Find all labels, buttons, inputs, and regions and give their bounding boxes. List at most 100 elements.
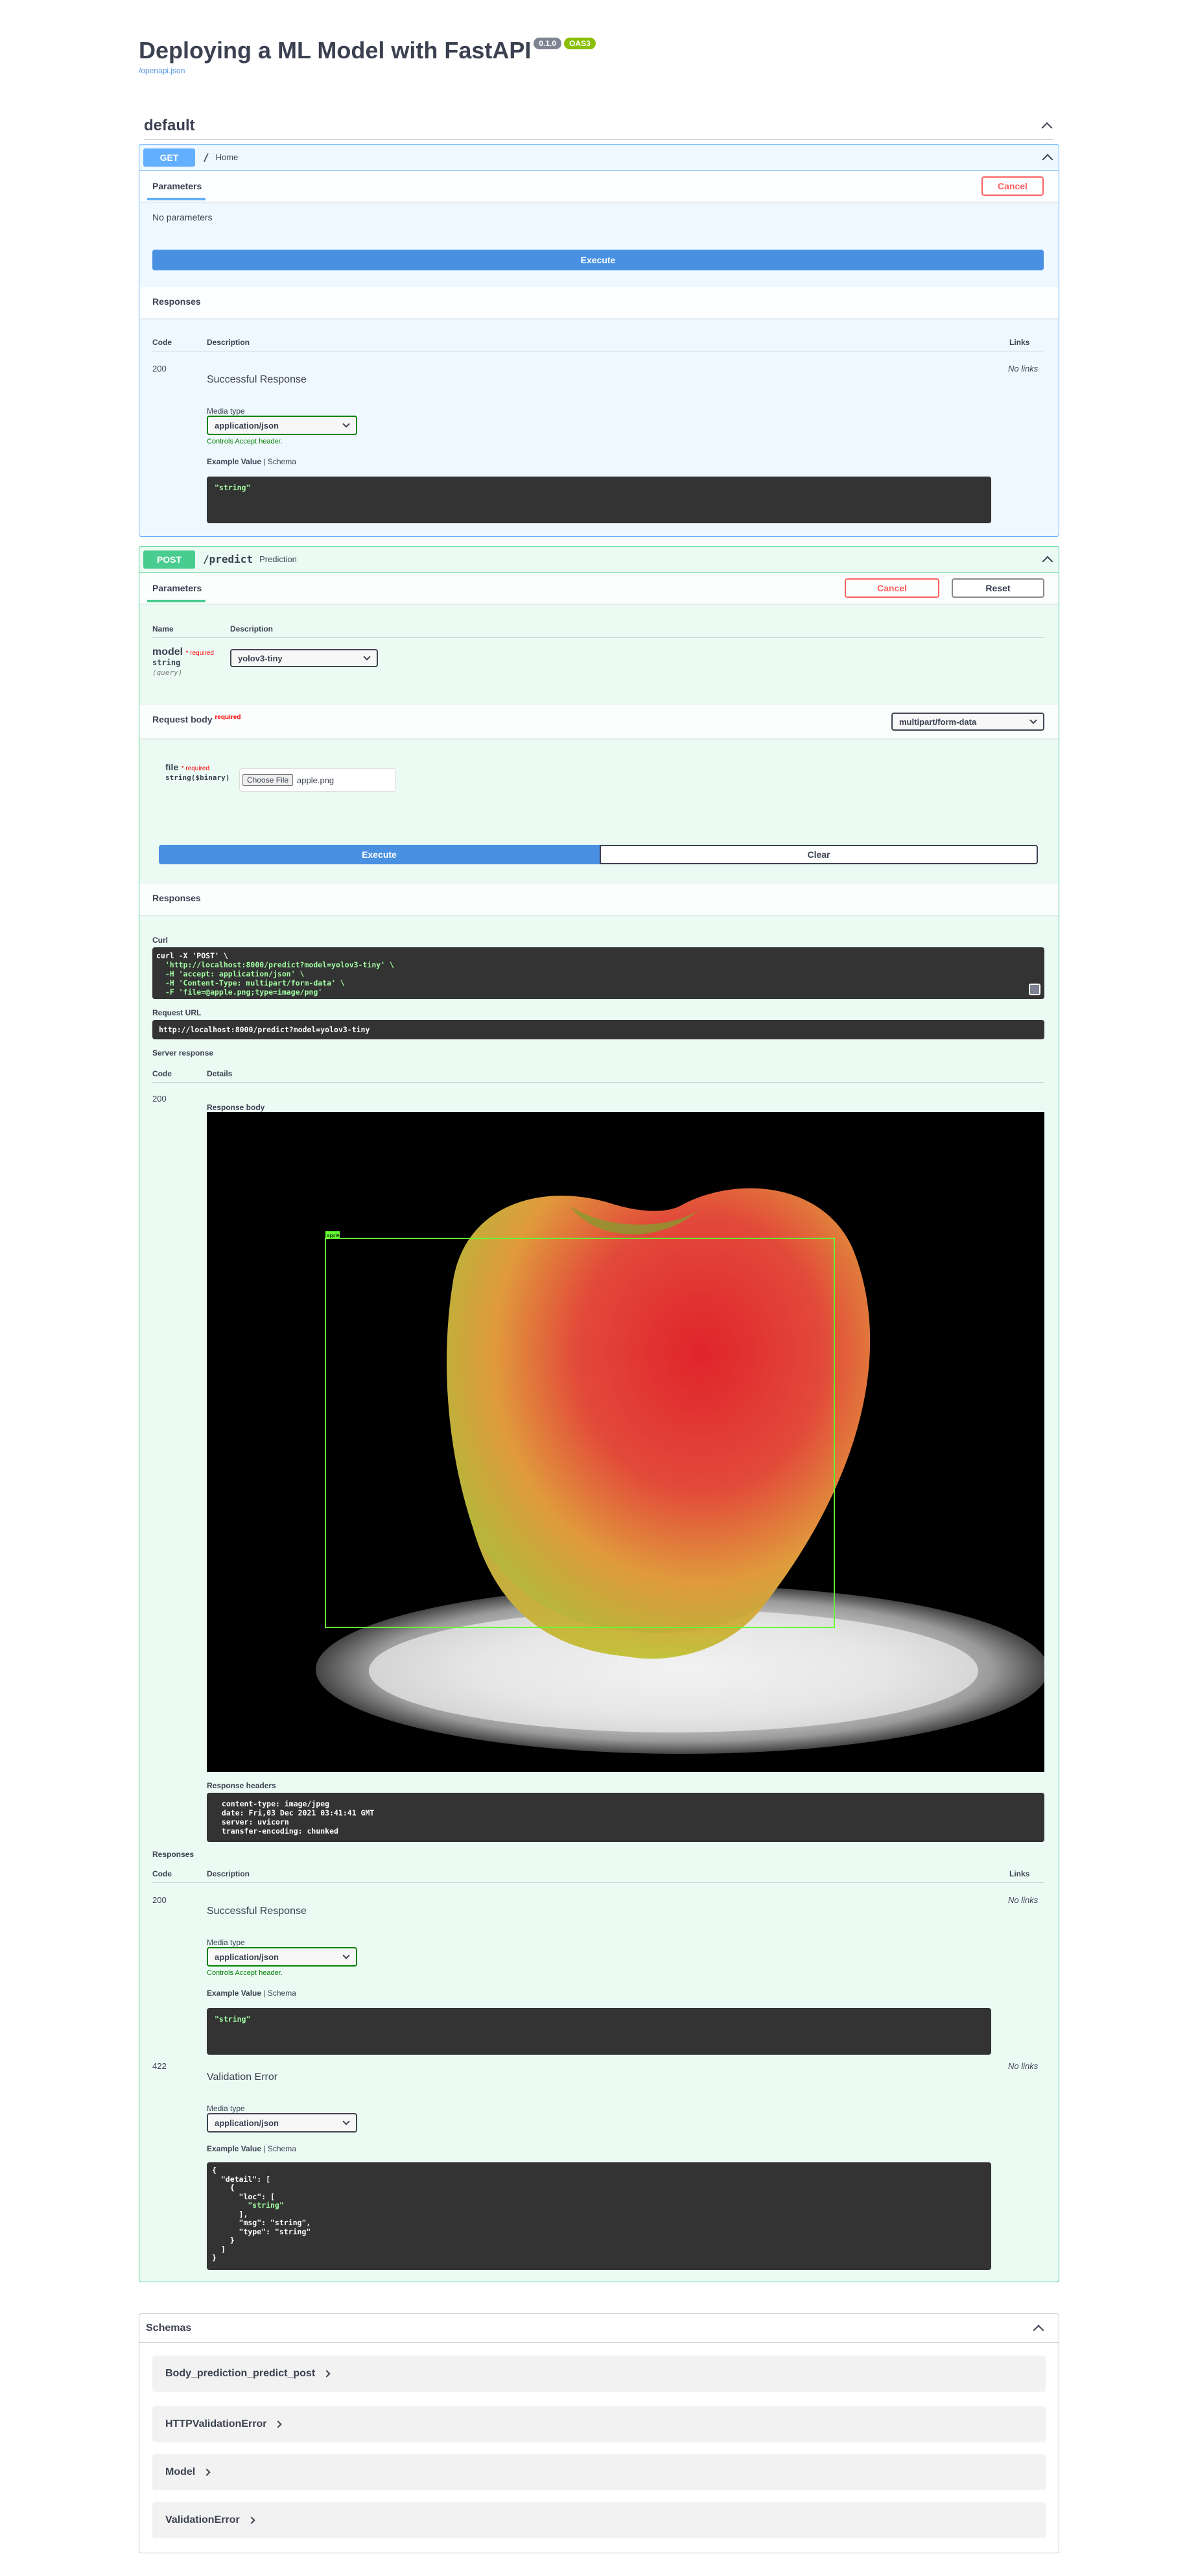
collapse-chevron-icon[interactable] <box>1040 552 1055 567</box>
param-in: (query) <box>152 668 183 677</box>
response-description-422: Validation Error <box>207 2072 278 2083</box>
schema-item-validation-error[interactable]: ValidationError <box>152 2502 1046 2538</box>
model-select[interactable]: yolov3-tiny <box>230 649 378 667</box>
response-headers-label: Response headers <box>207 1781 276 1790</box>
responses-header: Responses <box>139 287 1059 318</box>
schema-name: Body_prediction_predict_post <box>165 2368 316 2379</box>
param-model: model * required string (query) <box>152 646 214 677</box>
controls-accept-note: Controls Accept header. <box>207 1969 283 1977</box>
collapse-chevron-icon[interactable] <box>1040 119 1054 133</box>
curl-code-block: curl -X 'POST' \ 'http://localhost:8000/… <box>152 947 1044 999</box>
response-description: Successful Response <box>207 374 307 385</box>
tab-schema[interactable]: Schema <box>268 1989 296 1998</box>
param-type: string <box>152 658 181 667</box>
responses-title: Responses <box>152 893 201 903</box>
header-line: content-type: image/jpeg <box>217 1799 335 1808</box>
parameters-tabbar: Parameters Cancel Reset <box>139 573 1059 604</box>
tab-schema[interactable]: Schema <box>268 457 296 466</box>
curl-line: -H 'accept: application/json' \ <box>156 969 305 978</box>
reset-button[interactable]: Reset <box>952 578 1044 598</box>
media-type-value: application/json <box>215 420 279 431</box>
example-tabs: Example Value | Schema <box>207 457 296 466</box>
col-links: Links <box>1009 338 1030 347</box>
endpoint-summary: Home <box>215 152 239 162</box>
col-code: Code <box>152 1869 172 1878</box>
schema-name: ValidationError <box>165 2514 240 2525</box>
swagger-page: Deploying a ML Model with FastAPI 0.1.0 … <box>0 0 1198 2576</box>
no-links-text: No links <box>1008 364 1039 373</box>
chevron-right-icon <box>203 2468 211 2476</box>
chevron-down-icon <box>343 2120 349 2126</box>
cancel-button[interactable]: Cancel <box>845 578 939 598</box>
example-tabs: Example Value | Schema <box>207 2144 296 2153</box>
responses-title-2: Responses <box>152 1850 194 1859</box>
example-value-text: "string" <box>215 483 251 492</box>
media-type-select[interactable]: application/json <box>207 2113 357 2133</box>
tag-section-default[interactable]: default <box>144 112 1054 140</box>
opblock-summary[interactable]: GET / Home <box>139 145 1059 171</box>
validation-example-code: { "detail": [ { "loc": [ "string" ], "ms… <box>207 2162 991 2270</box>
tab-example-value[interactable]: Example Value <box>207 457 261 466</box>
schemas-title: Schemas <box>146 2322 192 2334</box>
clear-button[interactable]: Clear <box>600 845 1038 864</box>
response-description-200: Successful Response <box>207 1906 307 1917</box>
method-badge: GET <box>143 148 195 167</box>
collapse-chevron-icon[interactable] <box>1040 150 1055 165</box>
copy-icon[interactable] <box>1029 984 1040 995</box>
response-image: apple <box>207 1112 1044 1772</box>
response-code: 200 <box>152 1094 167 1104</box>
schema-name: HTTPValidationError <box>165 2418 267 2429</box>
model-select-value: yolov3-tiny <box>238 653 283 663</box>
chevron-right-icon <box>274 2420 283 2428</box>
tab-example-value[interactable]: Example Value <box>207 1989 261 1998</box>
file-name: apple.png <box>297 775 335 785</box>
choose-file-button[interactable]: Choose File <box>242 774 294 786</box>
chevron-down-icon <box>1030 718 1037 725</box>
schema-item-http-validation-error[interactable]: HTTPValidationError <box>152 2406 1046 2442</box>
schema-item-model[interactable]: Model <box>152 2454 1046 2490</box>
apple-detection-image: apple <box>316 1188 1044 1754</box>
file-param-type: string($binary) <box>165 774 230 782</box>
schemas-header[interactable]: Schemas <box>139 2314 1059 2343</box>
chevron-right-icon <box>248 2516 255 2524</box>
execute-button[interactable]: Execute <box>159 845 600 864</box>
chevron-right-icon <box>323 2370 331 2378</box>
media-type-select[interactable]: application/json <box>207 416 357 435</box>
opblock-summary[interactable]: POST /predict Prediction <box>139 547 1059 573</box>
api-title: Deploying a ML Model with FastAPI <box>139 37 532 64</box>
request-url-block: http://localhost:8000/predict?model=yolo… <box>152 1020 1044 1039</box>
tab-schema[interactable]: Schema <box>268 2144 296 2153</box>
header-line: date: Fri,03 Dec 2021 03:41:41 GMT <box>217 1808 379 1817</box>
content-type-select[interactable]: multipart/form-data <box>891 713 1044 731</box>
required-marker: * required <box>185 650 214 657</box>
curl-line: curl -X 'POST' \ <box>156 951 228 960</box>
collapse-chevron-icon[interactable] <box>1031 2321 1046 2335</box>
openapi-json-link[interactable]: /openapi.json <box>139 66 185 75</box>
parameters-tabbar: Parameters Cancel <box>139 171 1059 202</box>
opblock-post-predict: POST /predict Prediction Parameters Canc… <box>139 546 1059 2282</box>
schemas-section: Schemas Body_prediction_predict_post HTT… <box>139 2313 1059 2553</box>
example-code-block: "string" <box>207 477 991 523</box>
execute-button[interactable]: Execute <box>152 250 1044 270</box>
col-code: Code <box>152 1069 172 1078</box>
api-header: Deploying a ML Model with FastAPI 0.1.0 … <box>139 36 596 65</box>
response-code-200: 200 <box>152 1895 167 1905</box>
request-body-header: Request body required multipart/form-dat… <box>139 705 1059 739</box>
example-code-block: "string" <box>207 2008 991 2055</box>
example-value-text: "string" <box>215 2015 251 2024</box>
media-type-select[interactable]: application/json <box>207 1947 357 1967</box>
media-type-value: application/json <box>215 1952 279 1962</box>
tab-example-value[interactable]: Example Value <box>207 2144 261 2153</box>
cancel-button[interactable]: Cancel <box>981 176 1044 196</box>
col-description: Description <box>230 624 274 633</box>
col-name: Name <box>152 624 174 633</box>
responses-title: Responses <box>152 296 201 307</box>
schema-item-body-prediction[interactable]: Body_prediction_predict_post <box>152 2356 1046 2392</box>
tab-parameters[interactable]: Parameters <box>152 181 202 191</box>
file-input[interactable]: Choose File apple.png <box>239 768 396 792</box>
tab-parameters[interactable]: Parameters <box>152 583 202 593</box>
content-type-value: multipart/form-data <box>899 716 977 727</box>
opblock-get-home: GET / Home Parameters Cancel No paramete… <box>139 144 1059 537</box>
curl-line: -H 'Content-Type: multipart/form-data' \ <box>156 978 345 987</box>
no-parameters-text: No parameters <box>152 212 213 222</box>
